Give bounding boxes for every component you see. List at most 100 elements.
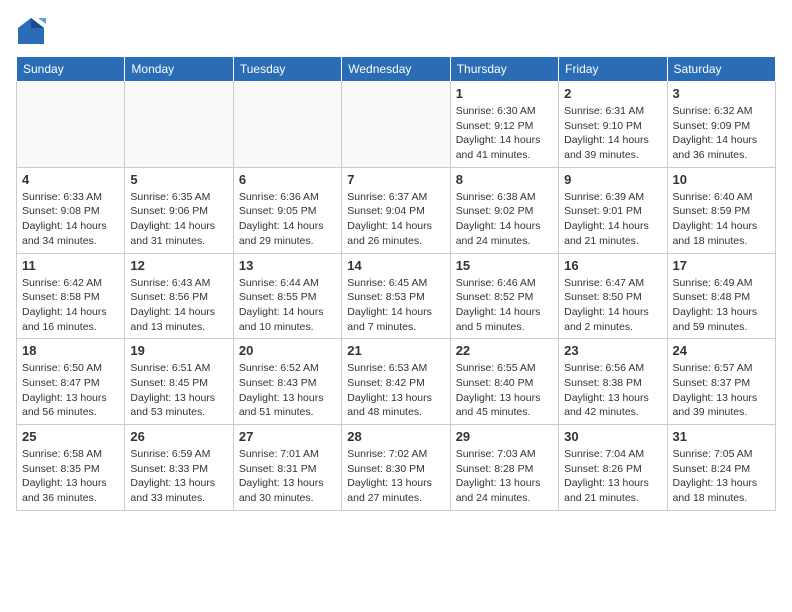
day-info: Sunrise: 6:37 AMSunset: 9:04 PMDaylight:…	[347, 190, 444, 249]
calendar-cell: 12 Sunrise: 6:43 AMSunset: 8:56 PMDayligh…	[125, 253, 233, 339]
day-number: 11	[22, 258, 119, 273]
day-number: 8	[456, 172, 553, 187]
day-number: 30	[564, 429, 661, 444]
week-row-1: 1Sunrise: 6:30 AMSunset: 9:12 PMDaylight…	[17, 82, 776, 168]
day-info: Sunrise: 6:36 AMSunset: 9:05 PMDaylight:…	[239, 190, 336, 249]
calendar-cell: 19Sunrise: 6:51 AMSunset: 8:45 PMDayligh…	[125, 339, 233, 425]
calendar-cell: 21 Sunrise: 6:53 AMSunset: 8:42 PMDayligh…	[342, 339, 450, 425]
day-number: 1	[456, 86, 553, 101]
day-info: Sunrise: 6:53 AMSunset: 8:42 PMDaylight:…	[347, 361, 444, 420]
calendar-cell	[125, 82, 233, 168]
day-info: Sunrise: 6:49 AMSunset: 8:48 PMDaylight:…	[673, 276, 770, 335]
day-header-thursday: Thursday	[450, 57, 558, 82]
day-number: 18	[22, 343, 119, 358]
day-number: 27	[239, 429, 336, 444]
week-row-4: 18 Sunrise: 6:50 AMSunset: 8:47 PMDayligh…	[17, 339, 776, 425]
calendar-cell	[233, 82, 341, 168]
page-header	[16, 16, 776, 46]
day-info: Sunrise: 6:50 AMSunset: 8:47 PMDaylight:…	[22, 361, 119, 420]
day-info: Sunrise: 6:43 AMSunset: 8:56 PMDaylight:…	[130, 276, 227, 335]
day-info: Sunrise: 6:33 AMSunset: 9:08 PMDaylight:…	[22, 190, 119, 249]
day-number: 10	[673, 172, 770, 187]
calendar-cell: 24 Sunrise: 6:57 AMSunset: 8:37 PMDayligh…	[667, 339, 775, 425]
day-header-monday: Monday	[125, 57, 233, 82]
day-info: Sunrise: 6:44 AMSunset: 8:55 PMDaylight:…	[239, 276, 336, 335]
day-number: 17	[673, 258, 770, 273]
calendar-header-row: SundayMondayTuesdayWednesdayThursdayFrid…	[17, 57, 776, 82]
day-info: Sunrise: 6:32 AMSunset: 9:09 PMDaylight:…	[673, 104, 770, 163]
day-info: Sunrise: 6:40 AMSunset: 8:59 PMDaylight:…	[673, 190, 770, 249]
day-info: Sunrise: 7:04 AMSunset: 8:26 PMDaylight:…	[564, 447, 661, 506]
day-info: Sunrise: 6:42 AMSunset: 8:58 PMDaylight:…	[22, 276, 119, 335]
day-number: 25	[22, 429, 119, 444]
calendar-cell: 22Sunrise: 6:55 AMSunset: 8:40 PMDayligh…	[450, 339, 558, 425]
calendar-cell: 29Sunrise: 7:03 AMSunset: 8:28 PMDayligh…	[450, 425, 558, 511]
calendar-cell: 31 Sunrise: 7:05 AMSunset: 8:24 PMDayligh…	[667, 425, 775, 511]
day-info: Sunrise: 6:57 AMSunset: 8:37 PMDaylight:…	[673, 361, 770, 420]
calendar-cell: 7 Sunrise: 6:37 AMSunset: 9:04 PMDaylight…	[342, 167, 450, 253]
calendar-cell: 16 Sunrise: 6:47 AMSunset: 8:50 PMDayligh…	[559, 253, 667, 339]
day-info: Sunrise: 6:56 AMSunset: 8:38 PMDaylight:…	[564, 361, 661, 420]
calendar-cell: 6 Sunrise: 6:36 AMSunset: 9:05 PMDaylight…	[233, 167, 341, 253]
day-header-tuesday: Tuesday	[233, 57, 341, 82]
calendar-cell: 2 Sunrise: 6:31 AMSunset: 9:10 PMDaylight…	[559, 82, 667, 168]
day-info: Sunrise: 6:58 AMSunset: 8:35 PMDaylight:…	[22, 447, 119, 506]
logo-icon	[16, 16, 46, 46]
calendar-cell: 4 Sunrise: 6:33 AMSunset: 9:08 PMDaylight…	[17, 167, 125, 253]
day-number: 22	[456, 343, 553, 358]
day-number: 5	[130, 172, 227, 187]
day-number: 19	[130, 343, 227, 358]
day-number: 26	[130, 429, 227, 444]
day-number: 15	[456, 258, 553, 273]
calendar-cell: 23Sunrise: 6:56 AMSunset: 8:38 PMDayligh…	[559, 339, 667, 425]
day-number: 28	[347, 429, 444, 444]
day-info: Sunrise: 6:38 AMSunset: 9:02 PMDaylight:…	[456, 190, 553, 249]
day-header-saturday: Saturday	[667, 57, 775, 82]
calendar-cell: 5 Sunrise: 6:35 AMSunset: 9:06 PMDaylight…	[125, 167, 233, 253]
week-row-2: 4 Sunrise: 6:33 AMSunset: 9:08 PMDaylight…	[17, 167, 776, 253]
calendar-cell: 25 Sunrise: 6:58 AMSunset: 8:35 PMDayligh…	[17, 425, 125, 511]
day-header-wednesday: Wednesday	[342, 57, 450, 82]
day-info: Sunrise: 6:39 AMSunset: 9:01 PMDaylight:…	[564, 190, 661, 249]
week-row-5: 25 Sunrise: 6:58 AMSunset: 8:35 PMDayligh…	[17, 425, 776, 511]
calendar-cell: 20Sunrise: 6:52 AMSunset: 8:43 PMDayligh…	[233, 339, 341, 425]
day-number: 12	[130, 258, 227, 273]
day-number: 4	[22, 172, 119, 187]
day-number: 16	[564, 258, 661, 273]
day-info: Sunrise: 6:47 AMSunset: 8:50 PMDaylight:…	[564, 276, 661, 335]
day-info: Sunrise: 7:05 AMSunset: 8:24 PMDaylight:…	[673, 447, 770, 506]
calendar-cell: 15 Sunrise: 6:46 AMSunset: 8:52 PMDayligh…	[450, 253, 558, 339]
calendar-cell: 27 Sunrise: 7:01 AMSunset: 8:31 PMDayligh…	[233, 425, 341, 511]
calendar-cell: 8 Sunrise: 6:38 AMSunset: 9:02 PMDaylight…	[450, 167, 558, 253]
calendar-cell: 3 Sunrise: 6:32 AMSunset: 9:09 PMDaylight…	[667, 82, 775, 168]
calendar-cell: 17 Sunrise: 6:49 AMSunset: 8:48 PMDayligh…	[667, 253, 775, 339]
day-info: Sunrise: 6:31 AMSunset: 9:10 PMDaylight:…	[564, 104, 661, 163]
calendar-cell	[17, 82, 125, 168]
day-info: Sunrise: 6:59 AMSunset: 8:33 PMDaylight:…	[130, 447, 227, 506]
calendar-cell: 9Sunrise: 6:39 AMSunset: 9:01 PMDaylight…	[559, 167, 667, 253]
day-number: 2	[564, 86, 661, 101]
day-number: 7	[347, 172, 444, 187]
day-number: 31	[673, 429, 770, 444]
calendar-cell: 10 Sunrise: 6:40 AMSunset: 8:59 PMDayligh…	[667, 167, 775, 253]
day-number: 24	[673, 343, 770, 358]
calendar-table: SundayMondayTuesdayWednesdayThursdayFrid…	[16, 56, 776, 511]
day-number: 20	[239, 343, 336, 358]
calendar-cell: 30 Sunrise: 7:04 AMSunset: 8:26 PMDayligh…	[559, 425, 667, 511]
week-row-3: 11 Sunrise: 6:42 AMSunset: 8:58 PMDayligh…	[17, 253, 776, 339]
day-number: 29	[456, 429, 553, 444]
day-info: Sunrise: 6:46 AMSunset: 8:52 PMDaylight:…	[456, 276, 553, 335]
calendar-cell: 1Sunrise: 6:30 AMSunset: 9:12 PMDaylight…	[450, 82, 558, 168]
day-info: Sunrise: 6:45 AMSunset: 8:53 PMDaylight:…	[347, 276, 444, 335]
day-info: Sunrise: 6:35 AMSunset: 9:06 PMDaylight:…	[130, 190, 227, 249]
day-header-friday: Friday	[559, 57, 667, 82]
day-number: 3	[673, 86, 770, 101]
calendar-cell: 11 Sunrise: 6:42 AMSunset: 8:58 PMDayligh…	[17, 253, 125, 339]
day-number: 13	[239, 258, 336, 273]
day-info: Sunrise: 7:01 AMSunset: 8:31 PMDaylight:…	[239, 447, 336, 506]
day-info: Sunrise: 7:02 AMSunset: 8:30 PMDaylight:…	[347, 447, 444, 506]
day-number: 21	[347, 343, 444, 358]
calendar-cell: 26 Sunrise: 6:59 AMSunset: 8:33 PMDayligh…	[125, 425, 233, 511]
day-number: 6	[239, 172, 336, 187]
day-number: 14	[347, 258, 444, 273]
